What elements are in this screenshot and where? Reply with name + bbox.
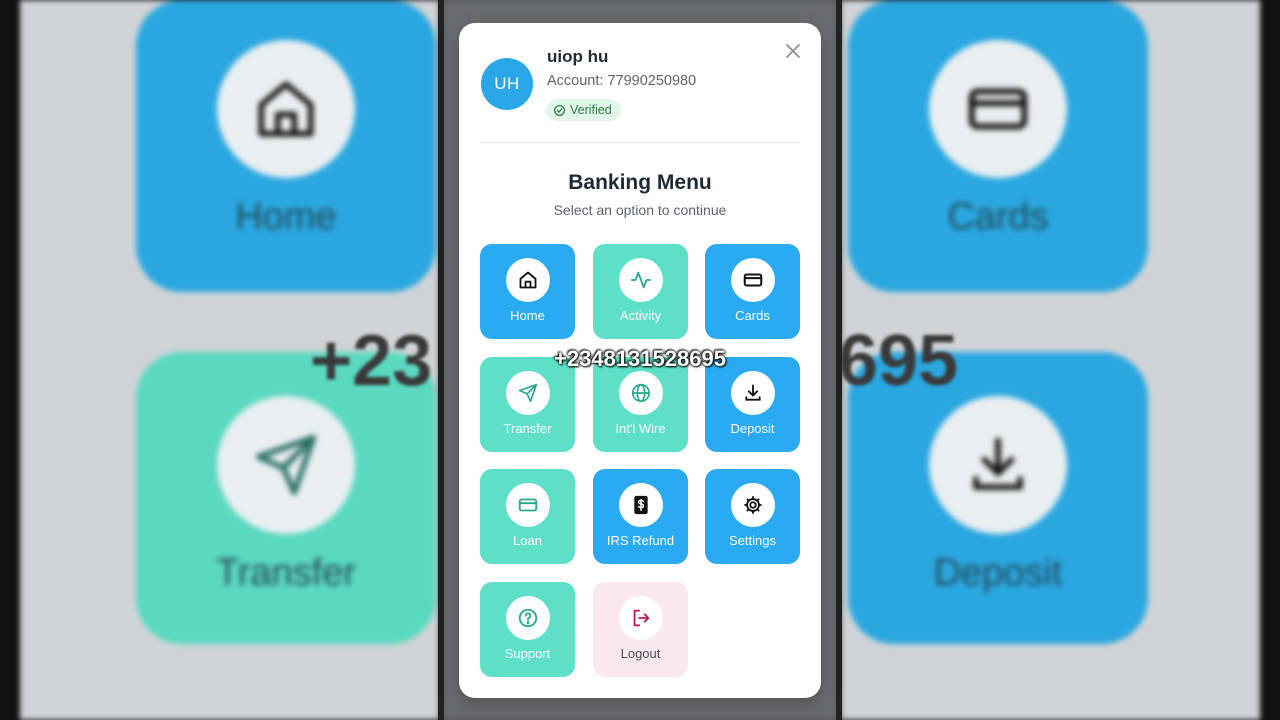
card-icon bbox=[730, 258, 775, 302]
menu-item-label: Support bbox=[504, 646, 551, 661]
banking-menu-modal: UH uiop hu Account: 77990250980 Verified… bbox=[459, 23, 821, 698]
menu-item-logout[interactable]: Logout bbox=[593, 582, 688, 677]
avatar: UH bbox=[481, 58, 533, 110]
send-icon bbox=[505, 371, 550, 415]
check-circle-icon bbox=[553, 104, 566, 116]
user-name: uiop hu bbox=[547, 47, 609, 66]
bg-home-icon bbox=[217, 40, 355, 178]
bg-card-icon bbox=[929, 40, 1067, 178]
help-icon bbox=[505, 596, 550, 640]
menu-item-label: IRS Refund bbox=[606, 533, 675, 548]
header-divider bbox=[480, 142, 800, 143]
menu-item-label: Home bbox=[510, 308, 545, 323]
gear-icon bbox=[730, 483, 775, 527]
bg-label-transfer: Transfer bbox=[215, 552, 357, 594]
bg-send-icon bbox=[217, 396, 355, 534]
bg-label-home: Home bbox=[235, 196, 337, 238]
menu-subtitle: Select an option to continue bbox=[553, 202, 727, 218]
menu-item-label: Cards bbox=[735, 308, 770, 323]
menu-item-intl-wire[interactable]: Int'l Wire bbox=[593, 357, 688, 452]
menu-item-settings[interactable]: Settings bbox=[705, 469, 800, 564]
menu-item-cards[interactable]: Cards bbox=[705, 244, 800, 339]
bg-tile-home: Home bbox=[136, 0, 436, 292]
bg-phone-fragment-left: +23 bbox=[310, 321, 433, 401]
menu-item-label: Transfer bbox=[503, 421, 552, 436]
close-icon bbox=[786, 44, 800, 58]
menu-item-label: Settings bbox=[729, 533, 776, 548]
menu-item-activity[interactable]: Activity bbox=[593, 244, 688, 339]
menu-item-label: Loan bbox=[513, 533, 542, 548]
download-icon bbox=[730, 371, 775, 415]
bg-phone-fragment-right: 695 bbox=[838, 321, 959, 401]
screen: Home Transfer Cards Deposit +23 695 UH u… bbox=[0, 0, 1280, 720]
menu-item-label: Deposit bbox=[730, 421, 775, 436]
menu-item-label: Int'l Wire bbox=[615, 421, 666, 436]
verified-label: Verified bbox=[570, 103, 612, 117]
logout-icon bbox=[618, 596, 663, 640]
globe-icon bbox=[618, 371, 663, 415]
letterbox-right bbox=[1260, 0, 1280, 720]
close-button[interactable] bbox=[781, 39, 805, 63]
bg-download-icon bbox=[929, 396, 1067, 534]
bg-tile-cards: Cards bbox=[848, 0, 1148, 292]
account-number: Account: 77990250980 bbox=[547, 73, 697, 89]
menu-item-deposit[interactable]: Deposit bbox=[705, 357, 800, 452]
menu-item-support[interactable]: Support bbox=[480, 582, 575, 677]
menu-item-transfer[interactable]: Transfer bbox=[480, 357, 575, 452]
menu-item-label: Activity bbox=[619, 308, 662, 323]
bg-label-cards: Cards bbox=[947, 196, 1049, 238]
dollar-doc-icon bbox=[618, 483, 663, 527]
divider-left bbox=[438, 0, 444, 720]
card-icon bbox=[505, 483, 550, 527]
activity-icon bbox=[618, 258, 663, 302]
menu-item-irs-refund[interactable]: IRS Refund bbox=[593, 469, 688, 564]
menu-title: Banking Menu bbox=[568, 171, 712, 194]
menu-item-loan[interactable]: Loan bbox=[480, 469, 575, 564]
menu-item-label: Logout bbox=[620, 646, 661, 661]
bg-label-deposit: Deposit bbox=[933, 552, 1063, 594]
home-icon bbox=[505, 258, 550, 302]
letterbox-left bbox=[0, 0, 20, 720]
menu-item-home[interactable]: Home bbox=[480, 244, 575, 339]
verified-badge: Verified bbox=[546, 99, 621, 121]
divider-right bbox=[836, 0, 842, 720]
